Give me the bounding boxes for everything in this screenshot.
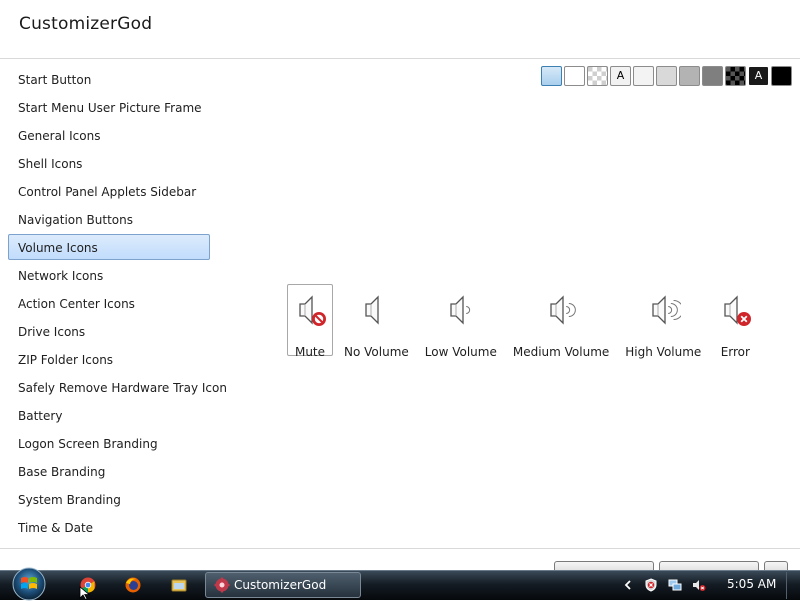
sidebar-item[interactable]: Control Panel Applets Sidebar [8, 178, 210, 204]
volume-icon-label: High Volume [625, 345, 702, 359]
volume-icon-label: Mute [294, 345, 326, 359]
speaker-medium-volume-icon [543, 289, 579, 333]
sidebar-item[interactable]: Start Menu User Picture Frame [8, 94, 210, 120]
sidebar-item[interactable]: Start Button [8, 66, 210, 92]
task-button-customizergod[interactable]: CustomizerGod [205, 572, 361, 598]
speaker-high-volume-icon [645, 289, 684, 333]
swatch-black[interactable] [771, 66, 792, 86]
category-sidebar: Start Button Start Menu User Picture Fram… [8, 66, 227, 542]
swatch-light-gray[interactable] [656, 66, 677, 86]
mouse-cursor-icon [79, 586, 91, 600]
sidebar-item[interactable]: System Branding [8, 486, 210, 512]
volume-icon-item[interactable]: High Volume [620, 284, 706, 359]
sidebar-item[interactable]: Shell Icons [8, 150, 210, 176]
sidebar-item[interactable]: Battery [8, 402, 210, 428]
sidebar-item[interactable]: Navigation Buttons [8, 206, 210, 232]
swatch-gray[interactable] [679, 66, 700, 86]
swatch-text-dark[interactable]: A [748, 66, 769, 86]
speaker-mute-icon [292, 289, 328, 333]
swatch-text-light[interactable]: A [610, 66, 631, 86]
background-swatches: AA [541, 66, 792, 86]
customizergod-gear-icon [214, 577, 230, 593]
swatch-letter: A [754, 69, 763, 82]
swatch-dark-checker[interactable] [725, 66, 746, 86]
sidebar-item[interactable]: Logon Screen Branding [8, 430, 210, 456]
sidebar-item[interactable]: Action Center Icons [8, 290, 210, 316]
title-bar: CustomizerGod [0, 0, 800, 59]
volume-icon-label: No Volume [344, 345, 409, 359]
swatch-white[interactable] [564, 66, 585, 86]
sidebar-item[interactable]: Drive Icons [8, 318, 210, 344]
app-title: CustomizerGod [19, 14, 153, 34]
swatch-light-blue[interactable] [541, 66, 562, 86]
sidebar-item[interactable]: Safely Remove Hardware Tray Icon [8, 374, 227, 400]
sidebar-item[interactable]: Volume Icons [8, 234, 210, 260]
volume-icon-item[interactable]: Mute [287, 284, 333, 359]
volume-icon-gallery: Mute No Volume Low Volume Medium Volume High… [287, 284, 758, 359]
volume-icon-label: Error [720, 345, 750, 359]
chevron-left-icon[interactable] [621, 578, 635, 592]
swatch-dark-gray[interactable] [702, 66, 723, 86]
sidebar-item[interactable]: General Icons [8, 122, 210, 148]
swatch-checker[interactable] [587, 66, 608, 86]
windows-orb-icon[interactable] [9, 565, 49, 601]
swatch-very-light-gray[interactable] [633, 66, 654, 86]
firefox-icon[interactable] [125, 577, 141, 593]
security-icon[interactable] [644, 578, 658, 592]
speaker-no-volume-icon [358, 289, 394, 333]
explorer-folder-icon[interactable] [171, 577, 187, 593]
sidebar-item[interactable]: Time & Date [8, 514, 210, 540]
volume-icon-item[interactable]: Error [712, 284, 758, 359]
volume-icon-label: Low Volume [424, 345, 497, 359]
sidebar-item[interactable]: Base Branding [8, 458, 210, 484]
volume-icon-label: Medium Volume [512, 345, 610, 359]
show-desktop-button[interactable] [786, 572, 800, 599]
speaker-low-volume-icon [443, 289, 479, 333]
volume-icon-item[interactable]: Low Volume [420, 284, 502, 359]
task-label: CustomizerGod [234, 578, 327, 592]
sidebar-item[interactable]: Network Icons [8, 262, 210, 288]
sidebar-item[interactable]: ZIP Folder Icons [8, 346, 210, 372]
taskbar-clock[interactable]: 5:05 AM [727, 577, 776, 591]
network-icon[interactable] [668, 578, 682, 592]
volume-icon-item[interactable]: Medium Volume [508, 284, 614, 359]
volume-icon-item[interactable]: No Volume [339, 284, 414, 359]
swatch-letter: A [616, 69, 625, 82]
volume-mute-tray-icon[interactable] [692, 578, 706, 592]
speaker-error-icon [717, 289, 753, 333]
